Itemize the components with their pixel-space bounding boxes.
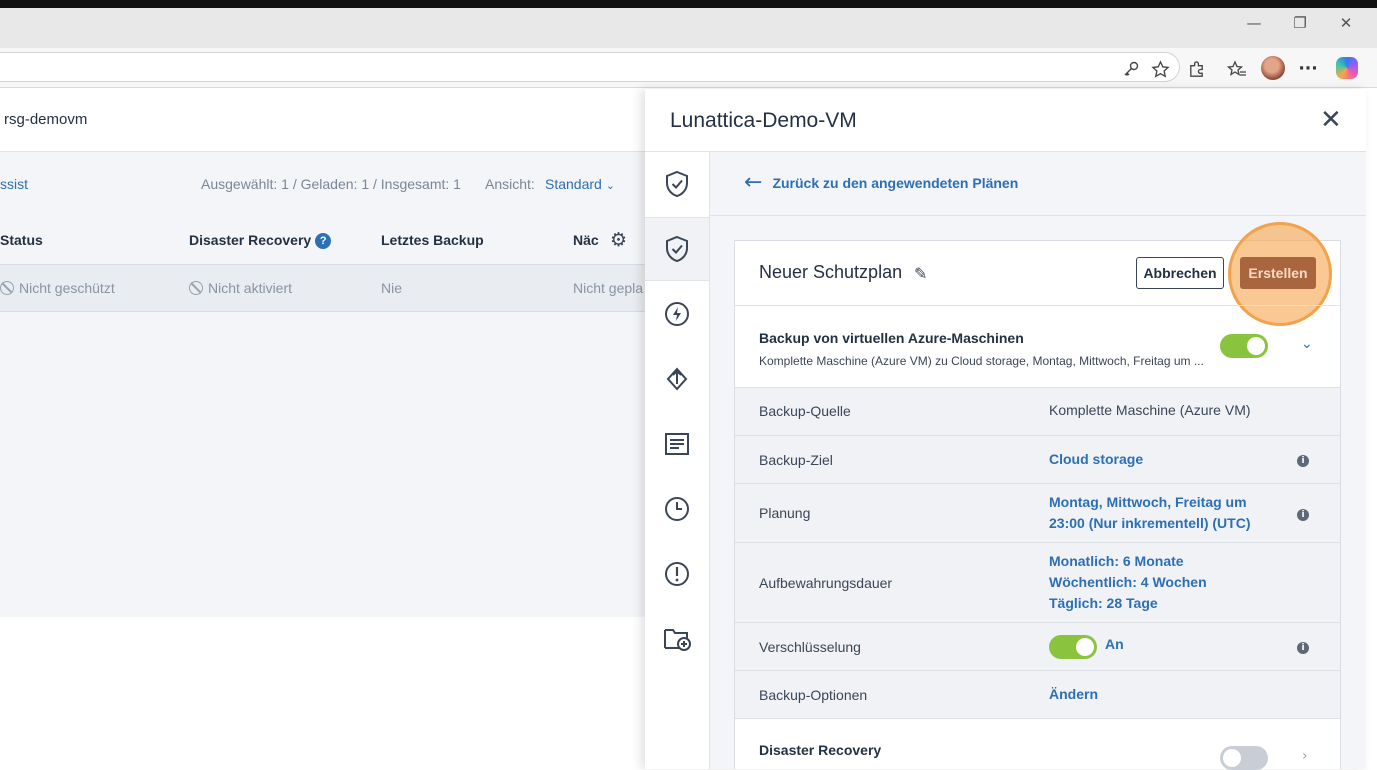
column-header-next[interactable]: Näc <box>573 232 599 248</box>
section-toggle[interactable] <box>1220 334 1268 358</box>
encryption-toggle[interactable] <box>1049 635 1097 659</box>
retention-line-3: Täglich: 28 Tage <box>1049 595 1158 611</box>
row-value-backup-target[interactable]: Cloud storage <box>1049 449 1143 470</box>
schedule-line-2: 23:00 (Nur inkrementell) (UTC) <box>1049 515 1251 531</box>
shield-check-active-icon[interactable] <box>663 235 691 263</box>
assist-link[interactable]: ssist <box>0 176 28 192</box>
row-divider <box>735 435 1340 436</box>
chevron-right-icon[interactable]: › <box>1302 748 1308 764</box>
selection-counts: Ausgewählt: 1 / Geladen: 1 / Insgesamt: … <box>201 176 461 192</box>
cell-next: Nicht gepla <box>573 280 644 296</box>
ban-icon <box>189 281 203 295</box>
cell-dr-text: Nicht aktiviert <box>208 280 293 296</box>
view-label: Ansicht: <box>485 176 535 192</box>
view-value: Standard <box>545 176 602 192</box>
info-icon[interactable]: i <box>1297 642 1309 654</box>
lightning-icon[interactable] <box>663 300 691 328</box>
cell-last-backup: Nie <box>381 280 403 296</box>
row-divider <box>735 483 1340 484</box>
row-divider <box>735 718 1340 719</box>
cancel-button[interactable]: Abbrechen <box>1136 257 1224 289</box>
row-divider <box>735 542 1340 543</box>
help-icon[interactable]: ? <box>315 233 332 249</box>
row-value-schedule[interactable]: Montag, Mittwoch, Freitag um 23:00 (Nur i… <box>1049 492 1250 534</box>
settings-table <box>735 387 1340 718</box>
toggle-knob <box>1076 638 1094 656</box>
card-divider <box>735 305 1340 306</box>
retention-line-1: Monatlich: 6 Monate <box>1049 553 1184 569</box>
restore-button[interactable]: ❐ <box>1285 14 1315 32</box>
row-label-retention: Aufbewahrungsdauer <box>759 575 893 591</box>
copilot-icon[interactable] <box>1336 57 1358 79</box>
close-icon[interactable]: ✕ <box>1320 106 1342 134</box>
section-subtitle: Komplette Maschine (Azure VM) zu Cloud s… <box>759 354 1204 368</box>
folder-add-icon[interactable] <box>663 625 691 653</box>
column-header-status[interactable]: Status <box>0 232 43 248</box>
column-header-last-backup[interactable]: Letztes Backup <box>381 232 484 248</box>
minimize-button[interactable]: — <box>1239 14 1269 32</box>
row-label-backup-options: Backup-Optionen <box>759 687 868 703</box>
column-header-label: Disaster Recovery <box>189 232 312 248</box>
chevron-down-icon[interactable]: ⌄ <box>1301 336 1313 352</box>
row-label-encryption: Verschlüsselung <box>759 639 861 655</box>
pencil-icon[interactable]: ✎ <box>914 264 927 283</box>
encryption-state: An <box>1105 636 1124 652</box>
report-icon[interactable] <box>663 430 691 458</box>
clock-icon[interactable] <box>663 495 691 523</box>
cell-status-text: Nicht geschützt <box>19 280 115 296</box>
retention-line-2: Wöchentlich: 4 Wochen <box>1049 574 1207 590</box>
address-bar[interactable] <box>0 52 1180 82</box>
favorites-icon[interactable] <box>1226 58 1248 80</box>
more-icon[interactable]: ··· <box>1297 58 1319 80</box>
screen-top-edge <box>0 0 1377 8</box>
back-link[interactable]: ← Zurück zu den angewendeten Plänen <box>744 170 1019 195</box>
arrow-left-icon: ← <box>744 170 763 195</box>
toggle-knob <box>1223 749 1241 767</box>
cell-status: Nicht geschützt <box>0 280 115 296</box>
back-link-label: Zurück zu den angewendeten Plänen <box>772 175 1019 191</box>
cell-disaster-recovery: Nicht aktiviert <box>189 280 292 296</box>
row-label-backup-source: Backup-Quelle <box>759 403 851 419</box>
toggle-knob <box>1247 337 1265 355</box>
row-divider <box>735 670 1340 671</box>
page-title: rsg-demovm <box>4 111 88 128</box>
section-title: Backup von virtuellen Azure-Maschinen <box>759 330 1024 346</box>
star-icon[interactable] <box>1149 58 1171 80</box>
row-value-retention[interactable]: Monatlich: 6 Monate Wöchentlich: 4 Wochen… <box>1049 551 1207 614</box>
row-label-backup-target: Backup-Ziel <box>759 452 833 468</box>
create-button[interactable]: Erstellen <box>1240 257 1316 289</box>
change-options-link[interactable]: Ändern <box>1049 684 1098 705</box>
row-label-schedule: Planung <box>759 505 811 521</box>
key-icon[interactable] <box>1120 58 1142 80</box>
extensions-icon[interactable] <box>1185 58 1207 80</box>
shield-check-icon[interactable] <box>663 170 691 198</box>
info-icon[interactable]: i <box>1297 455 1309 467</box>
disaster-recovery-title: Disaster Recovery <box>759 742 882 758</box>
row-divider <box>735 387 1340 388</box>
schedule-line-1: Montag, Mittwoch, Freitag um <box>1049 494 1247 510</box>
ban-icon <box>0 281 14 295</box>
plan-name: Neuer Schutzplan <box>759 262 903 282</box>
alert-icon[interactable] <box>663 560 691 588</box>
chevron-down-icon: ⌄ <box>605 179 615 192</box>
row-divider <box>735 622 1340 623</box>
transfer-icon[interactable] <box>663 365 691 393</box>
list-area <box>0 152 645 617</box>
close-window-button[interactable]: ✕ <box>1331 14 1361 32</box>
profile-avatar[interactable] <box>1261 56 1285 80</box>
panel-title: Lunattica-Demo-VM <box>670 109 857 132</box>
info-icon[interactable]: i <box>1297 509 1309 521</box>
column-header-disaster-recovery[interactable]: Disaster Recovery? <box>189 232 332 249</box>
gear-icon[interactable]: ⚙ <box>610 229 627 251</box>
row-value-backup-source: Komplette Maschine (Azure VM) <box>1049 402 1251 418</box>
view-dropdown[interactable]: Standard ⌄ <box>545 176 615 192</box>
content-divider <box>710 215 1366 216</box>
browser-title-bar <box>0 8 1377 48</box>
disaster-recovery-toggle[interactable] <box>1220 746 1268 770</box>
